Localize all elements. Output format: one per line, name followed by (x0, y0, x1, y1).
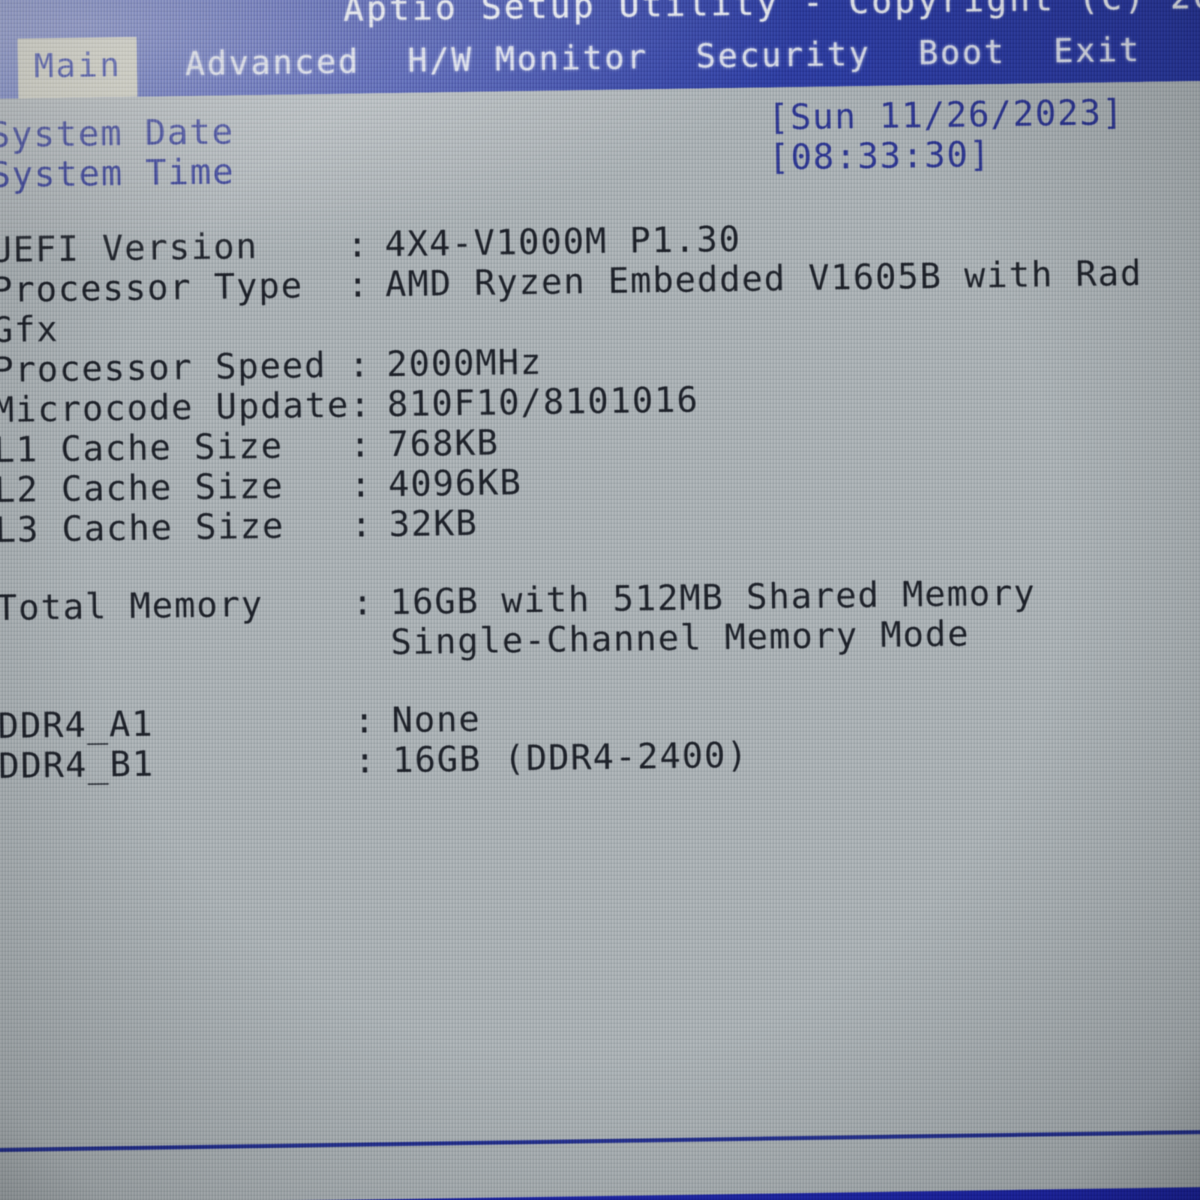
total-memory-value-line2: Single-Channel Memory Mode (390, 614, 970, 664)
system-date-value[interactable]: [Sun 11/26/2023] (768, 93, 1125, 138)
processor-type-label: Processor Type (0, 266, 304, 311)
tab-main[interactable]: Main (17, 36, 138, 97)
processor-speed-value: 2000MHz (386, 342, 543, 386)
bios-main-panel: System Date [Sun 11/26/2023] System Time… (0, 80, 1200, 1180)
processor-speed-label: Processor Speed (0, 346, 327, 391)
l1-cache-size-colon: : (349, 425, 373, 466)
l3-cache-size-value: 32KB (388, 503, 479, 546)
ddr4-b1-colon: : (354, 741, 377, 782)
uefi-version-colon: : (346, 225, 370, 266)
bios-footer-band: Version 2.20.1275. Copyright (C) 202 (0, 1186, 1200, 1200)
tab-hw-monitor[interactable]: H/W Monitor (407, 31, 648, 87)
bios-screen: Aptio Setup Utility - Copyright (C) 202 … (0, 0, 1200, 1200)
ddr4-a1-colon: : (353, 701, 377, 742)
ddr4-a1-label: DDR4_A1 (0, 704, 154, 747)
total-memory-label: Total Memory (0, 584, 264, 629)
uefi-version-value: 4X4-V1000M P1.30 (384, 219, 742, 266)
l2-cache-size-label: L2 Cache Size (0, 466, 285, 511)
menu-item-system-time-label[interactable]: System Time (0, 152, 235, 196)
microcode-update-value: 810F10/8101016 (386, 380, 700, 426)
l2-cache-size-value: 4096KB (387, 463, 523, 506)
uefi-version-label: UEFI Version (0, 227, 259, 271)
l1-cache-size-value: 768KB (387, 423, 500, 466)
tab-security[interactable]: Security (695, 28, 871, 83)
tab-exit[interactable]: Exit (1053, 24, 1141, 77)
l2-cache-size-colon: : (349, 465, 373, 506)
l3-cache-size-label: L3 Cache Size (0, 506, 285, 551)
tab-advanced[interactable]: Advanced (185, 36, 361, 91)
processor-type-colon: : (346, 265, 370, 306)
tab-boot[interactable]: Boot (918, 26, 1006, 79)
menu-item-system-date-label[interactable]: System Date (0, 112, 234, 156)
microcode-update-label: Microcode Update: (0, 385, 372, 431)
l3-cache-size-colon: : (350, 505, 374, 546)
ddr4-b1-label: DDR4_B1 (0, 744, 155, 787)
ddr4-b1-value: 16GB (DDR4-2400) (392, 735, 749, 782)
l1-cache-size-label: L1 Cache Size (0, 426, 284, 471)
system-time-value[interactable]: [08:33:30] (768, 135, 991, 178)
processor-speed-colon: : (348, 345, 372, 386)
processor-type-value-wrap: Gfx (0, 310, 60, 351)
ddr4-a1-value: None (391, 699, 482, 742)
total-memory-colon: : (351, 583, 375, 624)
bios-screen-canvas: Aptio Setup Utility - Copyright (C) 202 … (0, 0, 1200, 1200)
